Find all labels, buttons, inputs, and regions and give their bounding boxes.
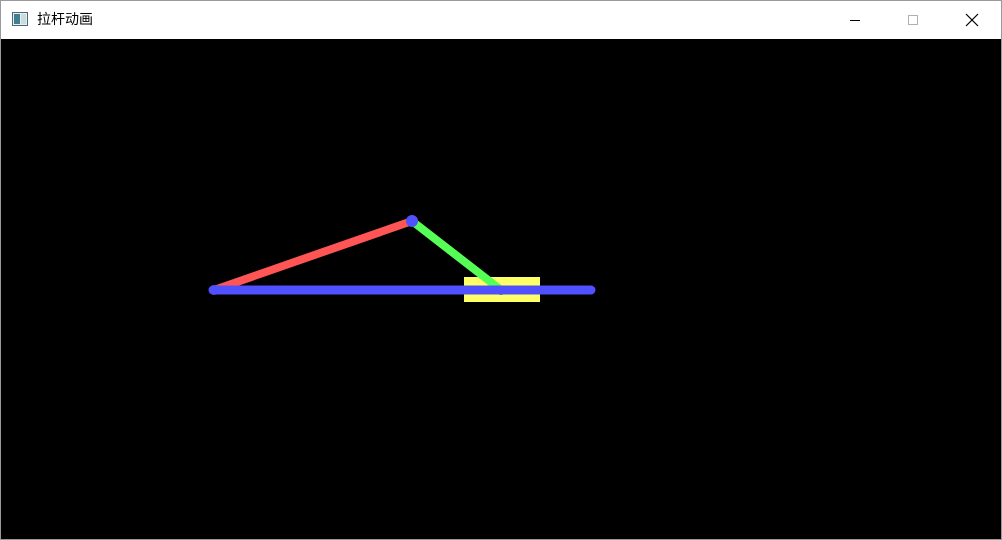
close-button[interactable]	[943, 1, 1001, 39]
connecting-rod	[408, 217, 505, 294]
app-icon	[12, 12, 28, 26]
maximize-button[interactable]	[884, 1, 942, 39]
fixed-pivot-joint	[209, 285, 219, 295]
maximize-icon	[908, 15, 918, 25]
crank-rod-joint	[406, 215, 418, 227]
close-icon	[965, 13, 979, 27]
title-bar[interactable]: 拉杆动画	[1, 1, 1001, 39]
app-window: 拉杆动画	[0, 0, 1002, 540]
minimize-button[interactable]	[826, 1, 884, 39]
linkage-drawing	[208, 215, 596, 302]
window-title: 拉杆动画	[37, 12, 93, 28]
crank-rod	[210, 217, 416, 294]
minimize-icon	[850, 20, 860, 21]
animation-canvas	[1, 39, 1001, 539]
slider-pin-joint	[497, 287, 505, 295]
